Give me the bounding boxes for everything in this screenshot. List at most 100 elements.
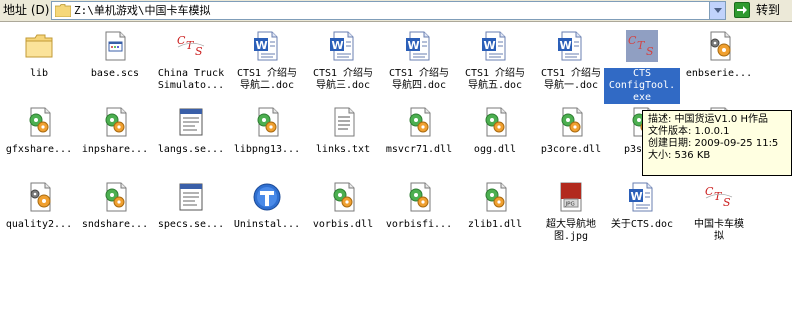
file-item[interactable]: enbserie... xyxy=(681,25,757,95)
file-item[interactable]: C T S CTS ConfigTool. exe xyxy=(604,25,680,104)
arrow-right-icon xyxy=(734,2,750,18)
settings-file-icon xyxy=(175,106,207,138)
file-item[interactable]: vorbisfi... xyxy=(381,176,457,246)
svg-text:W: W xyxy=(484,39,496,52)
file-label: quality2... xyxy=(5,219,73,230)
file-label: lib xyxy=(29,68,49,79)
file-item[interactable]: zlib1.dll xyxy=(457,176,533,246)
word-doc-icon: W xyxy=(555,30,587,62)
config-file-icon xyxy=(703,30,735,62)
file-label: sndshare... xyxy=(81,219,149,230)
file-label: gfxshare... xyxy=(5,144,73,155)
file-label: links.txt xyxy=(315,144,371,155)
svg-text:W: W xyxy=(332,39,344,52)
cts-config-icon: CTS xyxy=(626,30,658,62)
file-item[interactable]: sndshare... xyxy=(77,176,153,246)
file-item[interactable]: specs.se... xyxy=(153,176,229,246)
word-doc-icon: W xyxy=(403,30,435,62)
dll-file-icon xyxy=(479,181,511,213)
file-item[interactable]: W CTS1 介绍与 导航二.doc xyxy=(229,25,305,95)
dll-file-icon xyxy=(251,106,283,138)
file-item[interactable]: vorbis.dll xyxy=(305,176,381,246)
tooltip-size: 大小: 536 KB xyxy=(648,150,711,161)
file-label: langs.se... xyxy=(157,144,225,155)
file-item[interactable]: links.txt xyxy=(305,101,381,171)
go-button[interactable]: 转到 xyxy=(732,2,790,20)
text-file-icon xyxy=(327,106,359,138)
settings-file-icon xyxy=(175,181,207,213)
svg-text:W: W xyxy=(256,39,268,52)
dll-file-icon xyxy=(555,106,587,138)
folder-icon xyxy=(23,30,55,62)
file-label: CTS1 介绍与 导航五.doc xyxy=(464,68,526,91)
file-item[interactable]: p3core.dll xyxy=(533,101,609,171)
folder-icon xyxy=(54,4,72,18)
file-item[interactable]: lib xyxy=(1,25,77,95)
file-item[interactable]: gfxshare... xyxy=(1,101,77,171)
file-label: specs.se... xyxy=(157,219,225,230)
file-item[interactable]: msvcr71.dll xyxy=(381,101,457,171)
file-label: CTS1 介绍与 导航四.doc xyxy=(388,68,450,91)
file-item[interactable]: C T S China Truck Simulato... xyxy=(153,25,229,95)
file-label: p3core.dll xyxy=(540,144,602,155)
file-label: base.scs xyxy=(90,68,140,79)
dll-file-icon xyxy=(479,106,511,138)
svg-text:W: W xyxy=(408,39,420,52)
file-tooltip: 描述: 中国货运V1.0 H作品 文件版本: 1.0.0.1 创建日期: 200… xyxy=(642,110,792,176)
file-label: zlib1.dll xyxy=(467,219,523,230)
tooltip-created: 创建日期: 2009-09-25 11:5 xyxy=(648,138,779,149)
file-label: 关于CTS.doc xyxy=(610,219,674,230)
cts-logo-icon: CTS xyxy=(175,30,207,62)
address-bar: 地址 (D) Z:\单机游戏\中国卡车模拟 转到 xyxy=(0,0,792,22)
address-dropdown-button[interactable] xyxy=(709,2,725,19)
dll-file-icon xyxy=(327,181,359,213)
jpg-file-icon: JPG xyxy=(555,181,587,213)
file-item[interactable]: W CTS1 介绍与 导航一.doc xyxy=(533,25,609,95)
file-item[interactable]: W CTS1 介绍与 导航五.doc xyxy=(457,25,533,95)
file-item[interactable]: W 关于CTS.doc xyxy=(604,176,680,246)
file-label: CTS1 介绍与 导航三.doc xyxy=(312,68,374,91)
file-item[interactable]: quality2... xyxy=(1,176,77,246)
uninstall-icon xyxy=(251,181,283,213)
go-label: 转到 xyxy=(756,3,781,17)
dll-file-icon xyxy=(99,106,131,138)
svg-text:S: S xyxy=(195,45,203,58)
file-item[interactable]: Uninstal... xyxy=(229,176,305,246)
file-item[interactable]: langs.se... xyxy=(153,101,229,171)
dll-file-icon xyxy=(403,106,435,138)
word-doc-icon: W xyxy=(327,30,359,62)
cts-logo-icon: CTS xyxy=(703,181,735,213)
svg-text:S: S xyxy=(723,196,731,209)
svg-text:W: W xyxy=(631,190,643,203)
chevron-down-icon xyxy=(714,8,722,13)
file-item[interactable]: libpng13... xyxy=(229,101,305,171)
file-label: 超大导航地 图.jpg xyxy=(546,219,596,242)
tooltip-version: 文件版本: 1.0.0.1 xyxy=(648,126,730,137)
svg-text:JPG: JPG xyxy=(565,202,575,208)
file-item[interactable]: C T S 中国卡车模 拟 xyxy=(681,176,757,246)
file-item[interactable]: ogg.dll xyxy=(457,101,533,171)
file-label: msvcr71.dll xyxy=(385,144,453,155)
tooltip-description: 描述: 中国货运V1.0 H作品 xyxy=(648,114,768,125)
dll-file-icon xyxy=(23,106,55,138)
file-label: libpng13... xyxy=(233,144,301,155)
file-label: 中国卡车模 拟 xyxy=(694,219,744,242)
file-item[interactable]: W CTS1 介绍与 导航四.doc xyxy=(381,25,457,95)
svg-text:C: C xyxy=(628,34,637,47)
word-doc-icon: W xyxy=(251,30,283,62)
svg-text:S: S xyxy=(646,45,654,58)
file-item[interactable]: base.scs xyxy=(77,25,153,95)
file-label: CTS1 介绍与 导航一.doc xyxy=(540,68,602,91)
file-item[interactable]: W CTS1 介绍与 导航三.doc xyxy=(305,25,381,95)
address-input[interactable]: Z:\单机游戏\中国卡车模拟 xyxy=(51,1,726,20)
file-item[interactable]: JPG 超大导航地 图.jpg xyxy=(533,176,609,246)
file-label: inpshare... xyxy=(81,144,149,155)
file-label: Uninstal... xyxy=(233,219,301,230)
dll-file-icon xyxy=(403,181,435,213)
file-label: vorbisfi... xyxy=(385,219,453,230)
dll-file-icon xyxy=(99,181,131,213)
file-label: CTS1 介绍与 导航二.doc xyxy=(236,68,298,91)
file-item[interactable]: inpshare... xyxy=(77,101,153,171)
generic-file-icon xyxy=(99,30,131,62)
svg-text:W: W xyxy=(560,39,572,52)
